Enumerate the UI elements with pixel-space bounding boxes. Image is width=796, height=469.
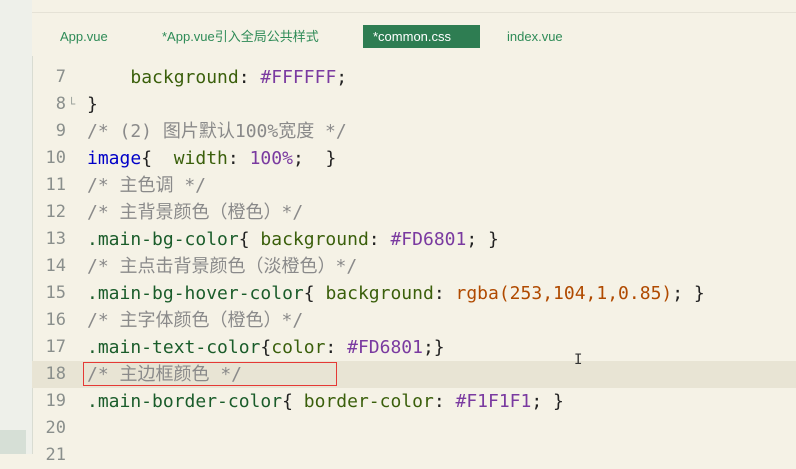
selection-highlight-box xyxy=(83,362,337,386)
code-token: #FD6801 xyxy=(347,337,423,358)
activity-bar-marker xyxy=(0,430,26,454)
code-line[interactable]: 15 .main-bg-hover-color{ background: rgba… xyxy=(32,280,796,307)
code-line[interactable]: 16 /* 主字体颜色（橙色）*/ xyxy=(32,307,796,334)
code-editor[interactable]: 7 background: #FFFFFF; 8 └} 9/* (2) 图片默认100… xyxy=(32,64,796,465)
code-token: background xyxy=(325,283,434,304)
editor-tab-bar: App.vue *App.vue引入全局公共样式 *common.css ind… xyxy=(32,13,796,56)
code-token: } xyxy=(87,94,98,115)
code-text: /* 主色调 */ xyxy=(87,172,206,199)
code-token: : xyxy=(325,337,348,358)
line-number: 16 xyxy=(45,310,66,330)
tab-index-vue[interactable]: index.vue xyxy=(497,25,573,48)
code-line[interactable]: 10 image{ width: 100%; } xyxy=(32,145,796,172)
code-text: /* (2) 图片默认100%宽度 */ xyxy=(87,118,347,145)
title-strip xyxy=(32,0,796,13)
code-token: width xyxy=(173,148,228,169)
code-token: ; } xyxy=(466,229,499,250)
code-line[interactable]: 13 .main-bg-color{ background: #FD6801; } xyxy=(32,226,796,253)
code-token: color xyxy=(271,337,326,358)
code-line[interactable]: 7 background: #FFFFFF; xyxy=(32,64,796,91)
code-token: { xyxy=(260,337,272,358)
code-line[interactable]: 14 /* 主点击背景颜色（淡橙色）*/ xyxy=(32,253,796,280)
code-token: .main-border-color xyxy=(87,391,283,412)
line-number: 12 xyxy=(45,202,66,222)
code-token: { xyxy=(303,283,326,304)
code-text: .main-bg-color{ background: #FD6801; } xyxy=(87,226,499,253)
line-number: 18 xyxy=(45,364,66,384)
activity-bar xyxy=(0,0,33,454)
code-token: { xyxy=(141,148,174,169)
line-number: 11 xyxy=(45,175,66,195)
code-token: : xyxy=(433,283,456,304)
code-token: border-color xyxy=(303,391,434,412)
code-line[interactable]: 9 /* (2) 图片默认100%宽度 */ xyxy=(32,118,796,145)
line-number: 8 xyxy=(55,94,66,114)
code-token: : xyxy=(227,148,250,169)
code-token: /* (2) 图片默认100%宽度 */ xyxy=(87,121,347,142)
code-token: .main-text-color xyxy=(87,337,261,358)
code-text: image{ width: 100%; } xyxy=(87,145,336,172)
line-number: 19 xyxy=(45,391,66,411)
code-token: /* 主点击背景颜色（淡橙色）*/ xyxy=(87,256,358,277)
code-token: background xyxy=(260,229,369,250)
code-token: : xyxy=(433,391,456,412)
line-number: 13 xyxy=(45,229,66,249)
line-number: 9 xyxy=(55,121,66,141)
tab-common-css[interactable]: *common.css xyxy=(363,25,480,48)
line-number: 10 xyxy=(45,148,66,168)
code-token: ;} xyxy=(422,337,445,358)
code-token: #FD6801 xyxy=(390,229,467,250)
tab-app-vue[interactable]: App.vue xyxy=(50,25,118,48)
code-token: /* 主字体颜色（橙色）*/ xyxy=(87,310,304,331)
line-number: 17 xyxy=(45,337,66,357)
code-token: ; } xyxy=(292,148,337,169)
code-line[interactable]: 20 xyxy=(32,415,796,442)
code-token: : xyxy=(368,229,391,250)
code-token: rgba(253,104,1,0.85) xyxy=(455,283,673,304)
code-token: .main-bg-hover-color xyxy=(87,283,304,304)
code-text: /* 主字体颜色（橙色）*/ xyxy=(87,307,303,334)
code-line[interactable]: 19 .main-border-color{ border-color: #F1F… xyxy=(32,388,796,415)
line-number: 7 xyxy=(55,67,66,87)
code-token: background xyxy=(130,67,239,88)
code-token: { xyxy=(238,229,261,250)
code-token: .main-bg-color xyxy=(87,229,239,250)
code-token: image xyxy=(87,148,142,169)
tab-app-vue-import-global-styles[interactable]: *App.vue引入全局公共样式 xyxy=(152,25,329,48)
code-text: background: #FFFFFF; xyxy=(87,64,347,91)
code-text: .main-bg-hover-color{ background: rgba(2… xyxy=(87,280,705,307)
code-line[interactable]: 17 .main-text-color{color: #FD6801;} xyxy=(32,334,796,361)
code-text: /* 主点击背景颜色（淡橙色）*/ xyxy=(87,253,357,280)
code-text: .main-border-color{ border-color: #F1F1F… xyxy=(87,388,564,415)
code-token: 100% xyxy=(249,148,293,169)
code-token: ; } xyxy=(672,283,705,304)
text-cursor-icon: I xyxy=(574,352,583,368)
code-token: ; xyxy=(336,67,348,88)
code-line[interactable]: 21 xyxy=(32,442,796,469)
line-number: 21 xyxy=(45,445,66,465)
code-token: #F1F1F1 xyxy=(455,391,532,412)
code-text: .main-text-color{color: #FD6801;} xyxy=(87,334,445,361)
code-token: : xyxy=(238,67,261,88)
code-token: #FFFFFF xyxy=(260,67,337,88)
line-number: 15 xyxy=(45,283,66,303)
fold-end-icon: └ xyxy=(68,97,76,111)
line-number: 20 xyxy=(45,418,66,438)
line-number: 14 xyxy=(45,256,66,276)
code-line[interactable]: 11 /* 主色调 */ xyxy=(32,172,796,199)
code-text: /* 主背景颜色（橙色）*/ xyxy=(87,199,303,226)
code-token: { xyxy=(282,391,304,412)
code-line[interactable]: 8 └} xyxy=(32,91,796,118)
code-text: } xyxy=(87,91,98,118)
code-token: ; } xyxy=(531,391,564,412)
code-token: /* 主背景颜色（橙色）*/ xyxy=(87,202,304,223)
code-token: /* 主色调 */ xyxy=(87,175,207,196)
code-line[interactable]: 12 /* 主背景颜色（橙色）*/ xyxy=(32,199,796,226)
